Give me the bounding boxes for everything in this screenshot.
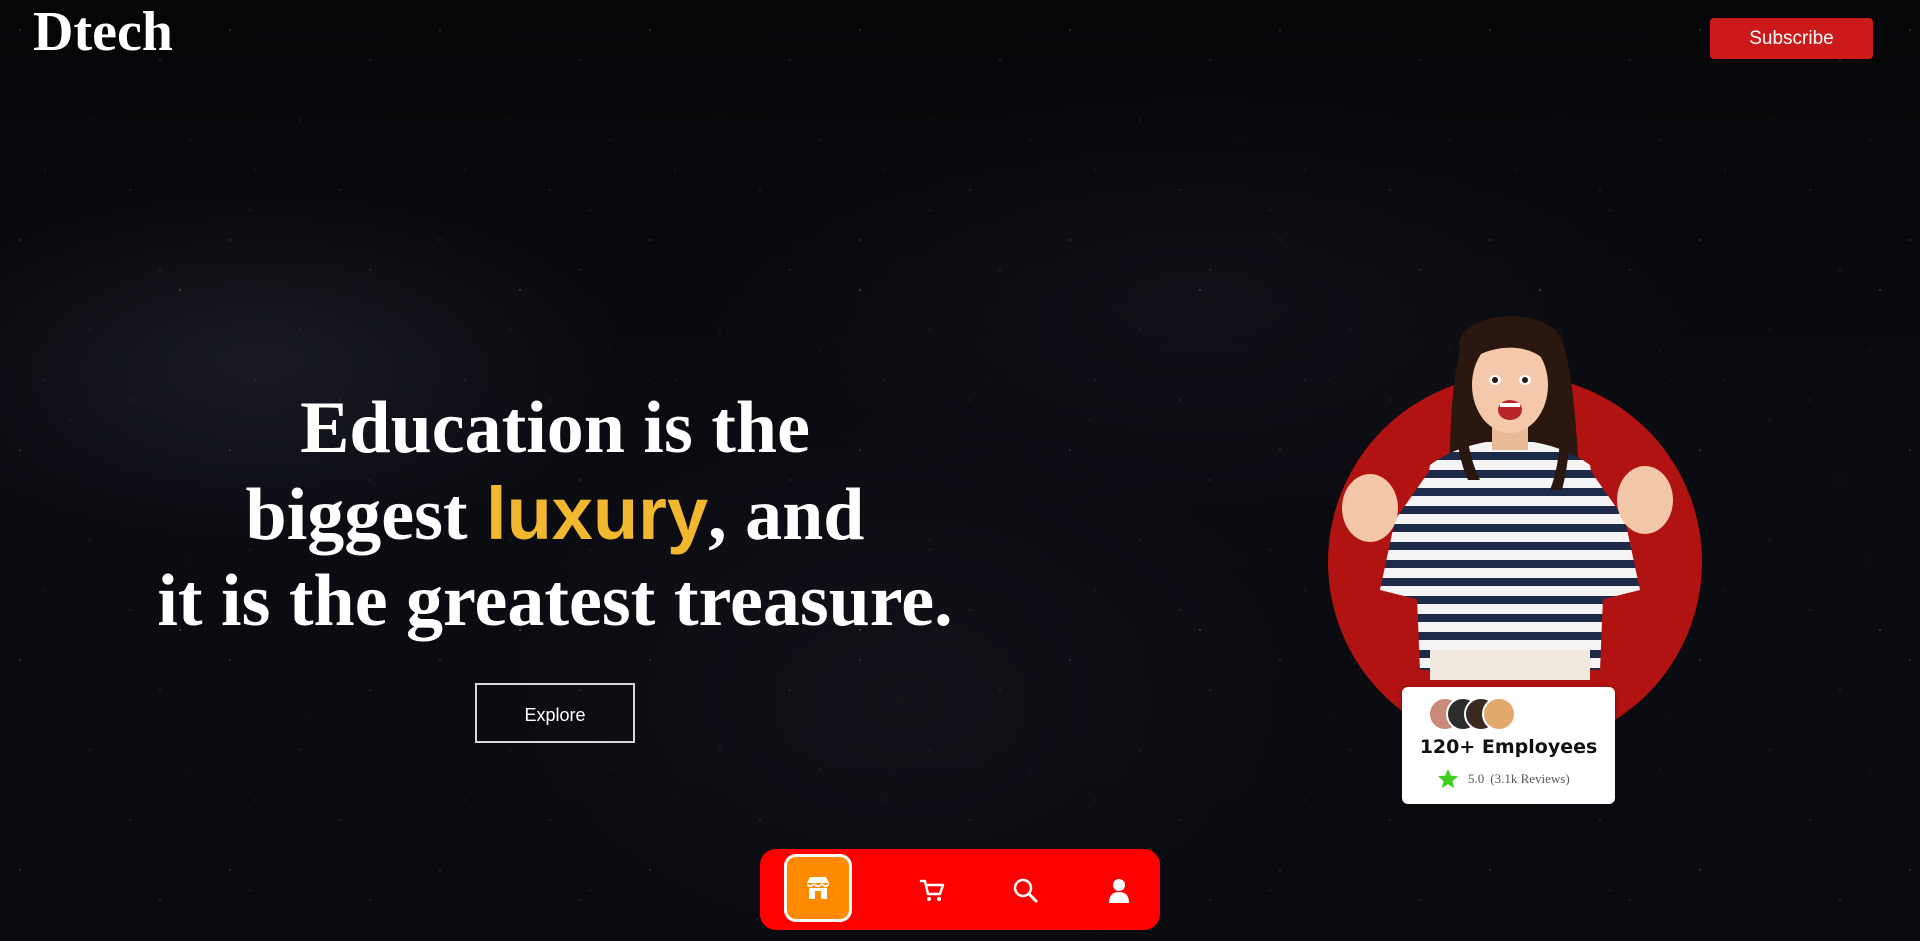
hero-person-image [1342, 316, 1673, 680]
nav-item-cart[interactable] [897, 849, 967, 930]
headline-line-2-start: biggest [245, 474, 487, 556]
employees-count: 120+ Employees [1419, 736, 1598, 758]
employees-card: 120+ Employees 5.0 (3.1k Reviews) [1402, 687, 1615, 804]
rating-value: 5.0 [1468, 771, 1485, 786]
cart-icon [918, 876, 946, 904]
explore-button[interactable]: Explore [475, 683, 635, 743]
site-logo[interactable]: Dtech [33, 0, 173, 64]
page: Dtech Subscribe Education is the biggest… [0, 0, 1920, 941]
headline-accent-word: luxury [486, 472, 709, 555]
avatar [1482, 697, 1516, 731]
headline-line-3: it is the greatest treasure. [157, 560, 953, 642]
headline-line-2: biggest luxury, and [100, 471, 1010, 558]
nav-item-search[interactable] [990, 849, 1060, 930]
store-icon [803, 873, 833, 903]
star-icon [1436, 767, 1460, 791]
headline-line-1: Education is the [300, 387, 810, 469]
avatar-group [1428, 697, 1538, 731]
subscribe-button[interactable]: Subscribe [1710, 18, 1873, 59]
nav-item-profile[interactable] [1084, 849, 1154, 930]
rating-row: 5.0 (3.1k Reviews) [1436, 767, 1570, 791]
headline-line-2-end: , and [708, 474, 865, 556]
hero-headline: Education is the biggest luxury, and it … [100, 385, 1010, 644]
nav-item-store[interactable] [784, 854, 852, 922]
reviews-count: (3.1k Reviews) [1490, 771, 1570, 786]
user-icon [1105, 876, 1133, 904]
bottom-navigation [760, 849, 1160, 930]
search-icon [1011, 876, 1039, 904]
